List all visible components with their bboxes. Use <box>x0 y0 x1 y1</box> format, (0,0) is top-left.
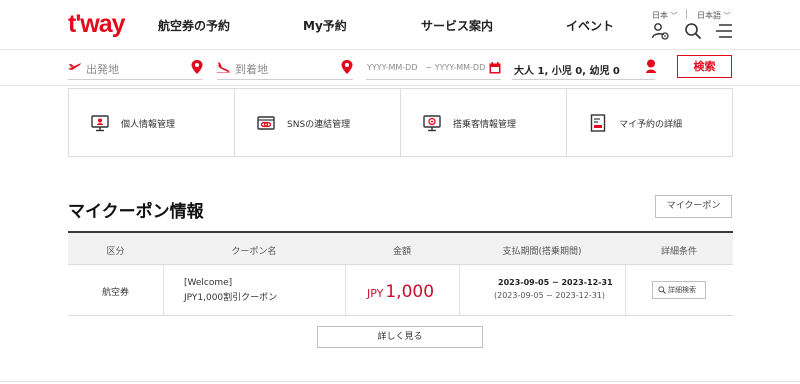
coupon-amount: JPY 1,000 <box>367 282 434 302</box>
language-select[interactable]: 日本語 ﹀ <box>697 10 731 21</box>
departure-plane-icon <box>68 63 81 70</box>
quickmenu-label: マイ予約の詳細 <box>619 120 683 130</box>
coupon-table-header: 区分 クーポン名 金額 支払期間(搭乗期間) 詳細条件 <box>68 231 733 265</box>
chevron-down-icon: ﹀ <box>670 12 678 20</box>
country-select[interactable]: 日本 ﹀ <box>652 10 678 21</box>
more-button[interactable]: 詳しく見る <box>317 326 483 348</box>
nav-services[interactable]: サービス案内 <box>421 17 493 34</box>
nav-events[interactable]: イベント <box>566 17 614 34</box>
country-label: 日本 <box>652 11 668 20</box>
passenger-icon[interactable] <box>645 59 657 73</box>
location-pin-icon <box>341 60 353 74</box>
quickmenu-my-booking-detail[interactable]: マイ予約の詳細 <box>567 89 732 156</box>
site-header: t'way 航空券の予約 My予約 サービス案内 イベント 日本 ﹀ 日本語 ﹀ <box>0 0 800 50</box>
nav-flight-booking[interactable]: 航空券の予約 <box>158 17 230 34</box>
language-label: 日本語 <box>697 11 721 20</box>
menu-icon[interactable] <box>715 22 733 40</box>
quickmenu-passenger-info[interactable]: 搭乗客情報管理 <box>401 89 567 156</box>
divider <box>459 265 460 315</box>
quick-menu: 個人情報管理 SNSの連結管理 搭乗客情報管理 マイ予約の詳細 <box>68 88 733 157</box>
link-card-icon <box>257 116 275 130</box>
coupon-name-line1: [Welcome] <box>184 278 233 288</box>
chevron-down-icon: ﹀ <box>723 12 731 20</box>
coupon-category: 航空券 <box>101 288 129 298</box>
header-period: 支払期間(搭乗期間) <box>502 247 582 257</box>
quickmenu-sns-link[interactable]: SNSの連結管理 <box>235 89 401 156</box>
amount-value: 1,000 <box>385 282 435 302</box>
coupon-name-line2: JPY1,000割引クーポン <box>184 293 278 303</box>
passenger-count: 大人 1, 小児 0, 幼児 0 <box>514 66 620 77</box>
my-coupon-button[interactable]: マイクーポン <box>655 195 732 218</box>
origin-field[interactable]: 出発地 <box>68 56 203 80</box>
currency-label: JPY <box>367 287 384 300</box>
date-placeholder: YYYY-MM-DD ~ YYYY-MM-DD <box>367 63 486 72</box>
divider <box>0 381 800 382</box>
page-title: マイクーポン情報 <box>68 202 204 222</box>
monitor-passenger-icon <box>423 115 441 132</box>
nav-my-booking[interactable]: My予約 <box>303 17 347 34</box>
search-icon[interactable] <box>684 22 702 40</box>
tway-logo[interactable]: t'way <box>68 10 126 39</box>
detail-search-button[interactable]: 詳細検索 <box>652 281 706 299</box>
divider <box>625 265 626 315</box>
date-range-field[interactable]: YYYY-MM-DD ~ YYYY-MM-DD <box>366 56 501 80</box>
quickmenu-label: 個人情報管理 <box>121 120 176 130</box>
header-detail: 詳細条件 <box>660 247 697 257</box>
calendar-icon <box>489 62 501 74</box>
quickmenu-label: SNSの連結管理 <box>287 120 351 130</box>
search-icon <box>658 286 666 294</box>
divider <box>345 265 346 315</box>
table-row: 航空券 [Welcome] JPY1,000割引クーポン JPY 1,000 20… <box>68 265 733 316</box>
divider <box>163 265 164 315</box>
quickmenu-label: 搭乗客情報管理 <box>453 120 517 130</box>
payment-period: 2023-09-05 ~ 2023-12-31 <box>498 278 613 287</box>
location-pin-icon <box>191 60 203 74</box>
quickmenu-personal-info[interactable]: 個人情報管理 <box>69 89 235 156</box>
user-settings-icon[interactable] <box>651 22 669 40</box>
destination-placeholder: 到着地 <box>235 63 268 76</box>
arrival-plane-icon <box>217 62 230 73</box>
boarding-period: (2023-09-05 ~ 2023-12-31) <box>494 291 606 300</box>
origin-placeholder: 出発地 <box>86 63 119 76</box>
divider <box>686 9 687 19</box>
document-list-icon <box>590 114 606 132</box>
monitor-user-icon <box>91 115 109 132</box>
destination-field[interactable]: 到着地 <box>217 56 353 80</box>
header-category: 区分 <box>106 247 125 257</box>
detail-search-label: 詳細検索 <box>668 286 696 294</box>
header-coupon-name: クーポン名 <box>231 247 277 257</box>
search-button[interactable]: 検索 <box>677 55 732 78</box>
header-amount: 金額 <box>392 247 411 257</box>
